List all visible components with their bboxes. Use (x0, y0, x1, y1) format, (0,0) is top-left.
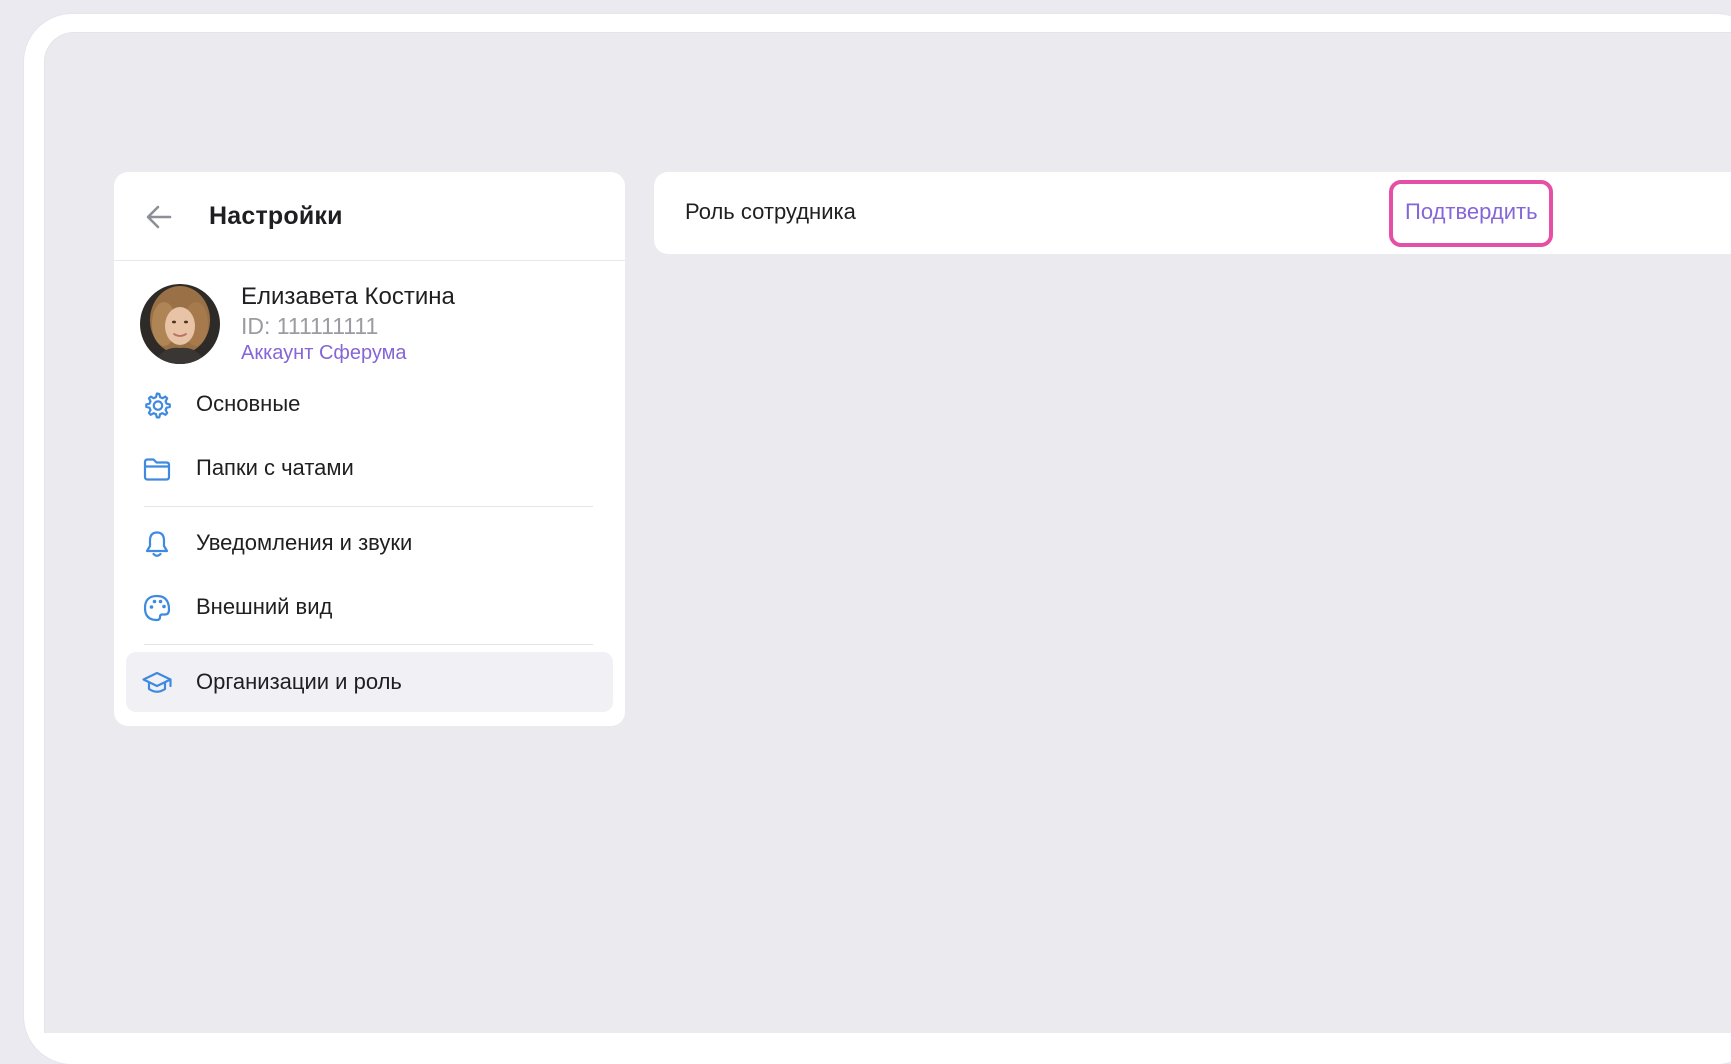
menu-item-notifications[interactable]: Уведомления и звуки (126, 513, 613, 573)
avatar (140, 284, 220, 364)
menu-divider (144, 506, 593, 507)
profile-id: ID: 111111111 (241, 313, 379, 339)
settings-header: Настройки (114, 172, 625, 261)
graduation-cap-icon (142, 671, 172, 693)
menu-item-label: Папки с чатами (196, 455, 354, 480)
menu-item-label: Уведомления и звуки (196, 530, 413, 555)
menu-item-label: Внешний вид (196, 594, 333, 619)
profile-name: Елизавета Костина (241, 283, 455, 310)
gear-icon (145, 392, 171, 419)
role-panel: Роль сотрудника Подтвердить (654, 172, 1731, 254)
settings-panel: Настройки Елизавета Костина ID: 11111111… (114, 172, 625, 726)
arrow-left-icon[interactable] (142, 200, 176, 234)
folder-icon (143, 458, 171, 481)
menu-item-general[interactable]: Основные (126, 374, 613, 434)
menu-item-label: Организации и роль (196, 669, 402, 694)
avatar-image (140, 284, 220, 364)
menu-item-label: Основные (196, 391, 301, 416)
account-link[interactable]: Аккаунт Сферума (241, 340, 407, 366)
page-title: Настройки (209, 202, 343, 230)
confirm-button[interactable]: Подтвердить (1405, 197, 1538, 227)
menu-item-chat-folders[interactable]: Папки с чатами (126, 438, 613, 498)
menu-item-organizations[interactable]: Организации и роль (126, 652, 613, 712)
role-title: Роль сотрудника (685, 199, 856, 224)
menu-item-appearance[interactable]: Внешний вид (126, 577, 613, 637)
menu-divider (144, 644, 593, 645)
bell-icon (145, 531, 169, 557)
palette-icon (143, 594, 171, 622)
profile-card[interactable]: Елизавета Костина ID: 111111111 Аккаунт … (140, 282, 610, 366)
